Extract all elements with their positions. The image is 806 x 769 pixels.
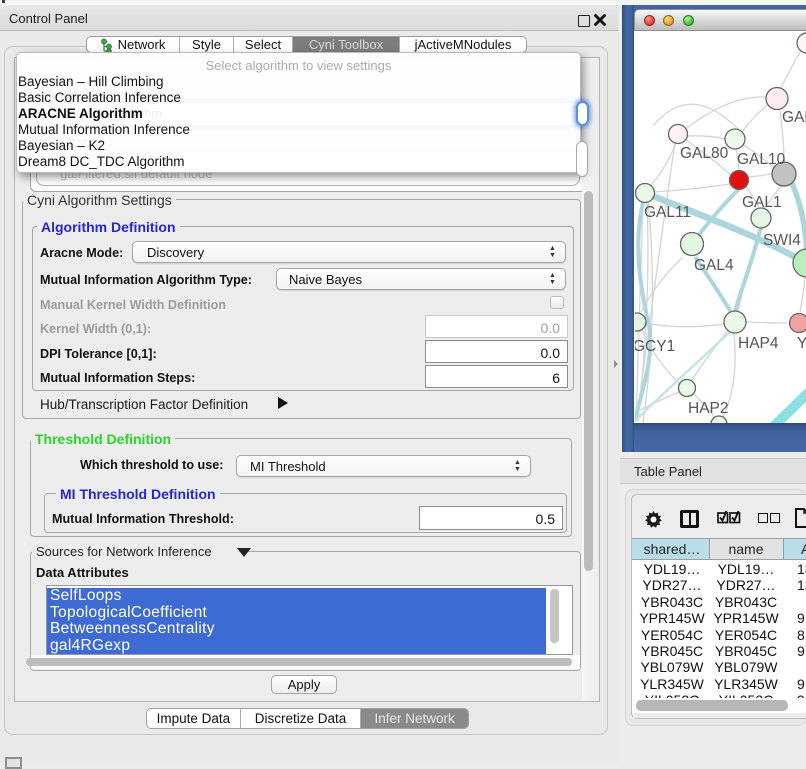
svg-text:Y: Y xyxy=(797,335,806,352)
svg-text:SWI4: SWI4 xyxy=(763,232,801,249)
svg-text:HAP4: HAP4 xyxy=(738,335,779,352)
svg-text:GAL1: GAL1 xyxy=(742,194,782,211)
svg-text:HAP2: HAP2 xyxy=(688,400,729,417)
svg-text:GAL11: GAL11 xyxy=(644,204,691,221)
svg-text:GAL2: GAL2 xyxy=(782,109,806,126)
svg-text:GAL80: GAL80 xyxy=(680,145,729,162)
svg-text:GAL4: GAL4 xyxy=(694,257,734,274)
svg-text:GAL10: GAL10 xyxy=(737,151,786,168)
svg-text:GCY1: GCY1 xyxy=(635,338,675,355)
